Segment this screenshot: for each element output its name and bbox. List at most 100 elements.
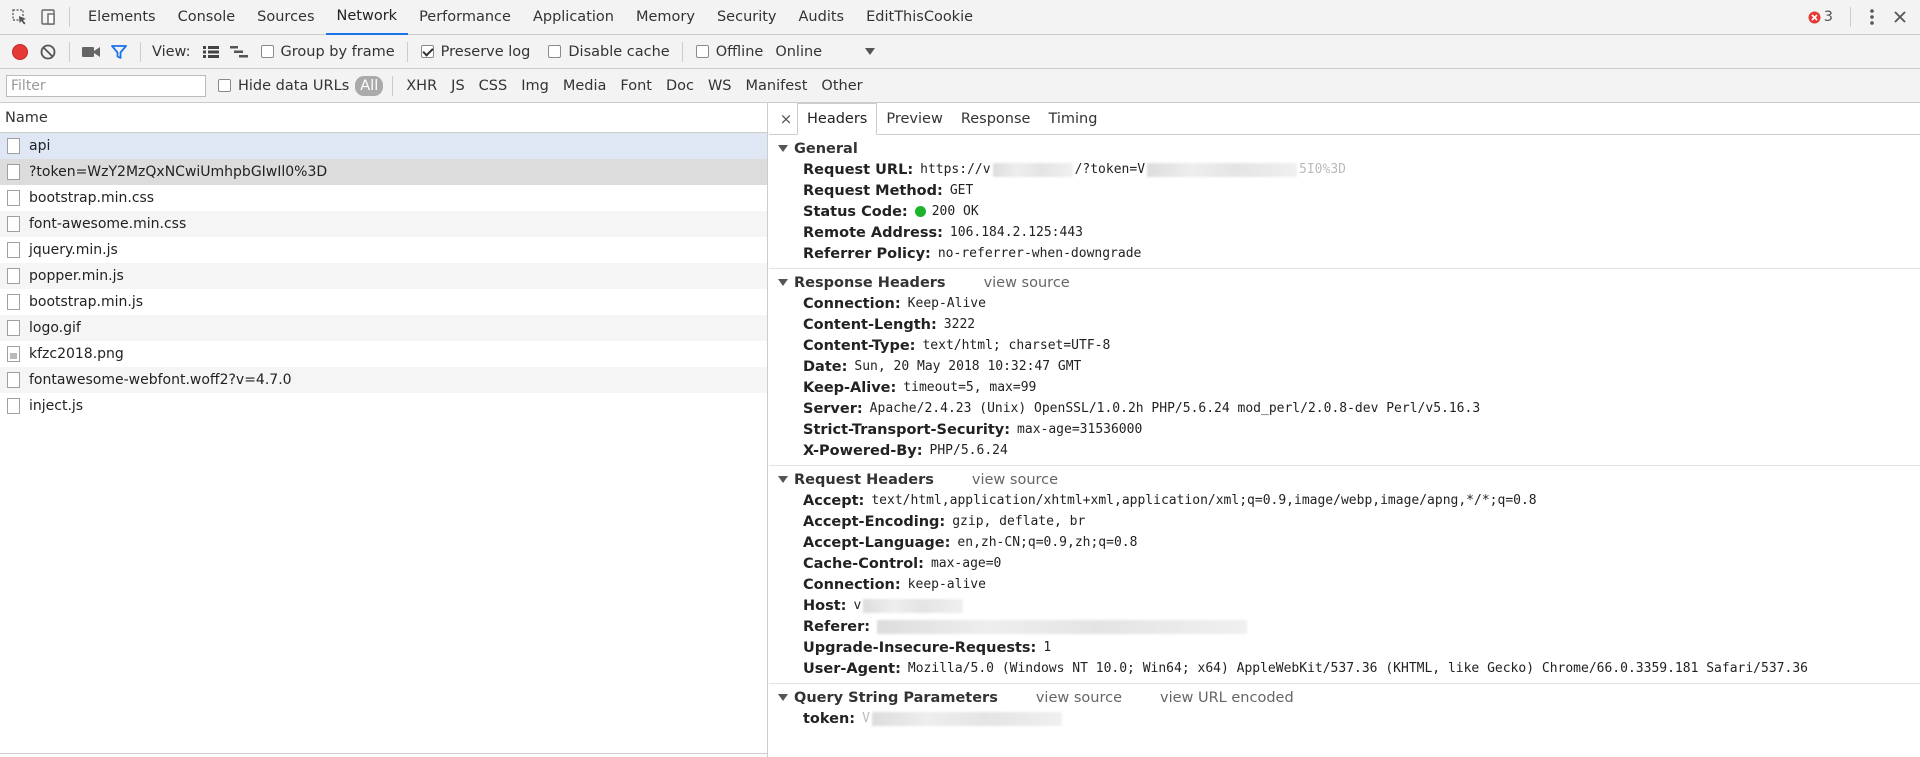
error-counter[interactable]: 3 bbox=[1808, 9, 1833, 25]
checkbox-box-checked[interactable] bbox=[420, 45, 434, 58]
query-string-header[interactable]: Query String Parameters view source view… bbox=[769, 687, 1920, 708]
request-row[interactable]: popper.min.js bbox=[0, 263, 767, 289]
filter-type-other[interactable]: Other bbox=[815, 76, 868, 96]
filter-type-manifest[interactable]: Manifest bbox=[740, 76, 814, 96]
view-source-link[interactable]: view source bbox=[984, 275, 1070, 291]
header-value: text/html,application/xhtml+xml,applicat… bbox=[871, 493, 1537, 508]
request-row[interactable]: jquery.min.js bbox=[0, 237, 767, 263]
filter-type-media[interactable]: Media bbox=[557, 76, 613, 96]
request-row[interactable]: fontawesome-webfont.woff2?v=4.7.0 bbox=[0, 367, 767, 393]
filter-type-ws[interactable]: WS bbox=[702, 76, 738, 96]
tab-memory[interactable]: Memory bbox=[625, 0, 706, 35]
request-row[interactable]: bootstrap.min.js bbox=[0, 289, 767, 315]
large-rows-button[interactable] bbox=[197, 38, 225, 66]
more-options-icon[interactable] bbox=[1858, 3, 1886, 31]
tab-network[interactable]: Network bbox=[325, 0, 409, 35]
request-row[interactable]: api bbox=[0, 133, 767, 159]
name-column-header[interactable]: Name bbox=[0, 103, 767, 133]
hide-data-urls-checkbox[interactable]: Hide data URLs bbox=[218, 78, 349, 94]
filter-type-doc[interactable]: Doc bbox=[660, 76, 700, 96]
header-key: Content-Length: bbox=[803, 316, 937, 333]
request-headers-section: Request Headers view source Accept: text/… bbox=[769, 469, 1920, 684]
close-details-icon[interactable]: × bbox=[775, 103, 797, 134]
request-row[interactable]: kfzc2018.png bbox=[0, 341, 767, 367]
header-key: Content-Type: bbox=[803, 337, 916, 354]
clear-button[interactable] bbox=[34, 38, 62, 66]
redacted-blur bbox=[871, 711, 1062, 726]
header-value: Apache/2.4.23 (Unix) OpenSSL/1.0.2h PHP/… bbox=[869, 401, 1481, 416]
header-row: Status Code: 200 OK bbox=[769, 201, 1920, 222]
view-source-link[interactable]: view source bbox=[1036, 690, 1122, 706]
header-value: Keep-Alive bbox=[907, 296, 986, 311]
request-row[interactable]: inject.js bbox=[0, 393, 767, 419]
request-row[interactable]: font-awesome.min.css bbox=[0, 211, 767, 237]
preserve-log-checkbox[interactable]: Preserve log bbox=[420, 44, 530, 60]
view-url-encoded-link[interactable]: view URL encoded bbox=[1160, 690, 1294, 706]
tab-sources[interactable]: Sources bbox=[246, 0, 325, 35]
query-string-section: Query String Parameters view source view… bbox=[769, 687, 1920, 729]
details-tab-response[interactable]: Response bbox=[952, 103, 1040, 134]
filter-input[interactable] bbox=[6, 74, 206, 97]
device-toolbar-icon[interactable] bbox=[34, 3, 62, 31]
expand-triangle-icon[interactable] bbox=[778, 145, 788, 152]
header-key: Connection: bbox=[803, 576, 901, 593]
tab-editthiscookie[interactable]: EditThisCookie bbox=[855, 0, 984, 35]
details-tab-timing[interactable]: Timing bbox=[1039, 103, 1106, 134]
expand-triangle-icon[interactable] bbox=[778, 694, 788, 701]
header-value: max-age=0 bbox=[930, 556, 1002, 571]
filter-type-js[interactable]: JS bbox=[445, 76, 470, 96]
offline-label: Offline bbox=[715, 43, 764, 60]
request-name: ?token=WzY2MzQxNCwiUmhpbGIwIl0%3D bbox=[29, 164, 328, 180]
filter-type-font[interactable]: Font bbox=[614, 76, 658, 96]
divider bbox=[1850, 7, 1851, 27]
details-tab-preview[interactable]: Preview bbox=[877, 103, 951, 134]
checkbox-box[interactable] bbox=[548, 45, 562, 58]
view-source-link[interactable]: view source bbox=[972, 472, 1058, 488]
details-tab-headers[interactable]: Headers bbox=[797, 103, 878, 135]
details-tabs: × Headers Preview Response Timing bbox=[769, 103, 1920, 135]
close-devtools-icon[interactable] bbox=[1886, 3, 1914, 31]
expand-triangle-icon[interactable] bbox=[778, 279, 788, 286]
request-row[interactable]: bootstrap.min.css bbox=[0, 185, 767, 211]
overview-button[interactable] bbox=[225, 38, 253, 66]
waterfall-icon bbox=[229, 45, 248, 57]
request-name: logo.gif bbox=[29, 320, 81, 336]
filter-type-all[interactable]: All bbox=[355, 75, 384, 96]
offline-checkbox[interactable]: Offline bbox=[695, 43, 764, 60]
checkbox-box[interactable] bbox=[695, 45, 709, 58]
response-headers-header[interactable]: Response Headers view source bbox=[769, 272, 1920, 293]
tab-console[interactable]: Console bbox=[167, 0, 247, 35]
record-button[interactable] bbox=[6, 38, 34, 66]
expand-triangle-icon[interactable] bbox=[778, 476, 788, 483]
general-section: General Request URL: https://v /?token=V… bbox=[769, 138, 1920, 269]
tab-security[interactable]: Security bbox=[706, 0, 788, 35]
header-row: Remote Address: 106.184.2.125:443 bbox=[769, 222, 1920, 243]
filter-type-css[interactable]: CSS bbox=[473, 76, 514, 96]
inspect-element-icon[interactable] bbox=[6, 3, 34, 31]
filter-toggle-button[interactable] bbox=[105, 38, 133, 66]
group-by-frame-checkbox[interactable]: Group by frame bbox=[260, 44, 395, 60]
tab-performance[interactable]: Performance bbox=[408, 0, 522, 35]
tab-audits[interactable]: Audits bbox=[788, 0, 856, 35]
request-row[interactable]: ?token=WzY2MzQxNCwiUmhpbGIwIl0%3D bbox=[0, 159, 767, 185]
header-key: Referrer Policy: bbox=[803, 245, 931, 262]
tab-elements[interactable]: Elements bbox=[77, 0, 167, 35]
redacted-blur bbox=[877, 619, 1248, 634]
checkbox-box[interactable] bbox=[218, 79, 231, 92]
header-value: 1 bbox=[1043, 640, 1052, 655]
request-row[interactable]: logo.gif bbox=[0, 315, 767, 341]
header-key: Server: bbox=[803, 400, 863, 417]
request-headers-header[interactable]: Request Headers view source bbox=[769, 469, 1920, 490]
request-name: fontawesome-webfont.woff2?v=4.7.0 bbox=[29, 372, 292, 388]
error-icon bbox=[1808, 11, 1821, 23]
checkbox-box[interactable] bbox=[260, 45, 274, 58]
tab-application[interactable]: Application bbox=[522, 0, 625, 35]
redacted-blur bbox=[1147, 162, 1298, 177]
general-section-header[interactable]: General bbox=[769, 138, 1920, 159]
disable-cache-checkbox[interactable]: Disable cache bbox=[548, 44, 670, 60]
throttling-select[interactable]: Online bbox=[775, 44, 876, 60]
filter-type-xhr[interactable]: XHR bbox=[400, 76, 443, 96]
capture-screenshots-button[interactable] bbox=[77, 38, 105, 66]
filter-type-img[interactable]: Img bbox=[515, 76, 555, 96]
clear-icon bbox=[40, 44, 56, 59]
